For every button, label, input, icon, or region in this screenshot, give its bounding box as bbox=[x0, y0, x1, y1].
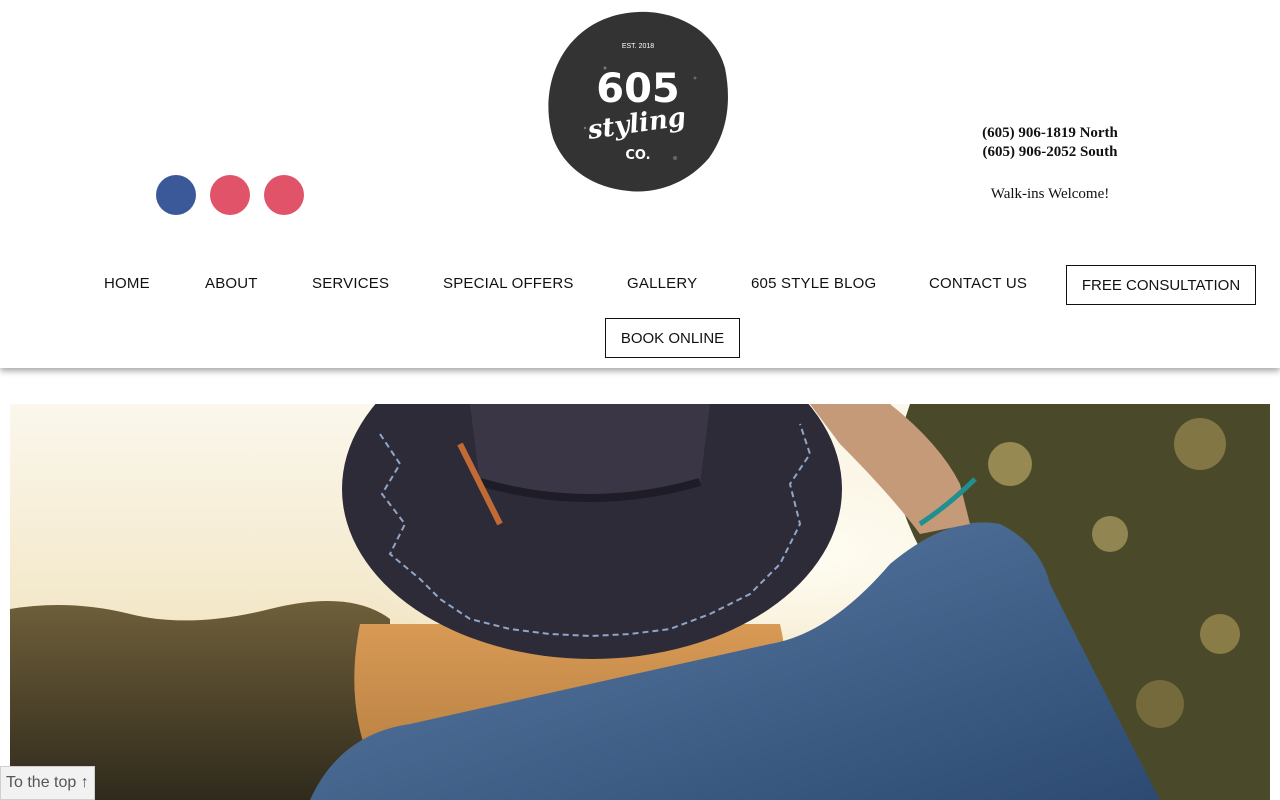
phone-south[interactable]: (605) 906-2052 South bbox=[950, 143, 1150, 162]
book-online-label: BOOK ONLINE bbox=[620, 329, 725, 347]
logo-badge: EST. 2018 605 styling CO. bbox=[548, 11, 728, 192]
nav-contact-us[interactable]: CONTACT US bbox=[929, 275, 1027, 292]
phone-north[interactable]: (605) 906-1819 North bbox=[950, 124, 1150, 143]
social-links bbox=[156, 175, 304, 215]
logo-suffix: CO. bbox=[625, 148, 650, 163]
to-the-top-button[interactable]: To the top ↑ bbox=[0, 766, 95, 800]
nav-home[interactable]: HOME bbox=[104, 275, 150, 292]
nav-about[interactable]: ABOUT bbox=[205, 275, 258, 292]
free-consultation-label: FREE CONSULTATION bbox=[1081, 276, 1241, 294]
nav-blog[interactable]: 605 STYLE BLOG bbox=[751, 275, 876, 292]
nav-services[interactable]: SERVICES bbox=[312, 275, 389, 292]
nav-special-offers[interactable]: SPECIAL OFFERS bbox=[443, 275, 574, 292]
walkins-note: Walk-ins Welcome! bbox=[990, 186, 1110, 202]
facebook-button[interactable] bbox=[156, 175, 196, 215]
site-header: EST. 2018 605 styling CO. (605) 906-1819… bbox=[0, 0, 1280, 368]
free-consultation-button[interactable]: FREE CONSULTATION bbox=[1066, 265, 1256, 305]
yelp-button[interactable] bbox=[264, 175, 304, 215]
instagram-button[interactable] bbox=[210, 175, 250, 215]
logo-est: EST. 2018 bbox=[622, 43, 654, 50]
hero-image bbox=[10, 404, 1270, 800]
site-logo[interactable]: EST. 2018 605 styling CO. bbox=[545, 8, 731, 194]
to-the-top-label: To the top ↑ bbox=[6, 774, 89, 791]
contact-info: (605) 906-1819 North (605) 906-2052 Sout… bbox=[950, 124, 1150, 203]
nav-gallery[interactable]: GALLERY bbox=[627, 275, 697, 292]
book-online-button[interactable]: BOOK ONLINE bbox=[605, 318, 740, 358]
